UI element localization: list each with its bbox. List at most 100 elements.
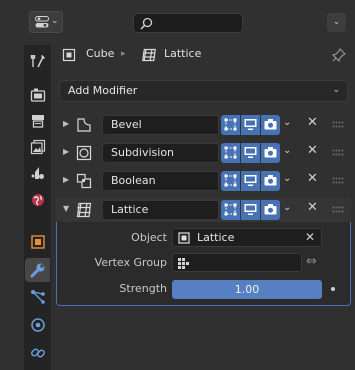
edit-mode-toggle[interactable] (221, 143, 240, 163)
modifier-name-field[interactable]: Lattice (102, 200, 219, 220)
search-icon (140, 17, 153, 30)
monitor-icon (244, 119, 257, 130)
breadcrumb-modifier: Lattice (164, 47, 202, 60)
edit-mode-icon (224, 146, 237, 159)
vertex-group-icon (178, 258, 189, 269)
chevron-down-icon[interactable]: ⌄ (283, 173, 291, 184)
object-field[interactable]: Lattice ✕ (172, 228, 322, 247)
chevron-down-icon[interactable]: ⌄ (283, 145, 291, 156)
vertex-group-label: Vertex Group (94, 256, 167, 269)
editor-type-selector[interactable]: ⌄ (29, 11, 63, 33)
clear-object-button[interactable]: ✕ (305, 230, 315, 244)
tab-object[interactable] (25, 230, 50, 254)
remove-modifier-button[interactable]: ✕ (307, 115, 318, 130)
lattice-icon (76, 202, 92, 218)
view-layer-icon (30, 139, 46, 155)
breadcrumb: Cube ▸ Lattice (51, 45, 355, 67)
strength-slider[interactable]: 1.00 (172, 280, 322, 299)
object-value: Lattice (197, 231, 235, 244)
expand-arrow-icon[interactable]: ▶ (63, 175, 69, 184)
properties-area: Cube ▸ Lattice Add Modifier ⌄ ▶ Bevel ⌄ (51, 45, 355, 370)
chevron-down-icon[interactable]: ⌄ (283, 117, 291, 128)
bevel-icon (77, 118, 91, 132)
breadcrumb-separator: ▸ (121, 49, 126, 59)
edit-mode-toggle[interactable] (221, 171, 240, 191)
camera-icon (264, 204, 277, 215)
remove-modifier-button[interactable]: ✕ (307, 200, 318, 215)
tool-icon (30, 54, 46, 68)
tab-tool[interactable] (25, 49, 50, 73)
lattice-icon (142, 48, 156, 62)
modifier-row-bevel: ▶ Bevel ⌄ ✕ (56, 113, 351, 137)
edit-mode-icon (224, 174, 237, 187)
tab-physics[interactable] (25, 313, 50, 337)
chevron-down-icon[interactable]: ⌄ (283, 202, 291, 213)
boolean-icon (76, 173, 92, 189)
wrench-icon (30, 263, 45, 278)
constraints-icon (31, 348, 45, 358)
object-icon (178, 232, 190, 244)
tab-constraints[interactable] (25, 341, 50, 365)
modifier-row-boolean: ▶ Boolean ⌄ ✕ (56, 169, 351, 193)
drag-handle-icon[interactable] (332, 121, 344, 129)
modifier-name: Subdivision (111, 146, 175, 159)
world-icon (32, 194, 44, 206)
subdivision-icon (76, 145, 92, 161)
chevron-down-icon: ⌄ (332, 85, 340, 95)
vertex-group-field[interactable] (172, 253, 302, 272)
monitor-icon (244, 204, 257, 215)
viewport-toggle[interactable] (241, 171, 260, 191)
render-toggle[interactable] (261, 171, 280, 191)
physics-icon (31, 318, 45, 332)
edit-mode-toggle[interactable] (221, 115, 240, 135)
modifier-name-field[interactable]: Bevel (102, 115, 219, 135)
viewport-toggle[interactable] (241, 115, 260, 135)
output-icon (32, 115, 44, 128)
tab-particles[interactable] (25, 285, 50, 309)
collapse-arrow-icon[interactable]: ▼ (63, 204, 69, 213)
expand-arrow-icon[interactable]: ▶ (63, 119, 69, 128)
tab-world[interactable] (25, 188, 50, 212)
search-input[interactable] (133, 13, 243, 33)
remove-modifier-button[interactable]: ✕ (307, 171, 318, 186)
modifier-name: Boolean (111, 174, 156, 187)
particles-icon (31, 290, 45, 304)
render-toggle[interactable] (261, 143, 280, 163)
add-modifier-dropdown[interactable]: Add Modifier ⌄ (59, 80, 348, 102)
modifier-name-field[interactable]: Subdivision (102, 143, 219, 163)
camera-icon (264, 147, 277, 158)
drag-handle-icon[interactable] (332, 177, 344, 185)
edit-mode-icon (224, 203, 237, 216)
pin-icon[interactable] (332, 48, 346, 62)
tab-view-layer[interactable] (25, 135, 50, 159)
breadcrumb-object: Cube (86, 47, 115, 60)
monitor-icon (244, 175, 257, 186)
drag-handle-icon[interactable] (332, 149, 344, 157)
object-label: Object (131, 231, 167, 244)
expand-arrow-icon[interactable]: ▶ (63, 147, 69, 156)
remove-modifier-button[interactable]: ✕ (307, 143, 318, 158)
options-dropdown-button[interactable]: ⌄ (327, 13, 346, 32)
tab-modifiers[interactable] (25, 258, 50, 282)
tab-scene[interactable] (25, 161, 50, 185)
modifier-name-field[interactable]: Boolean (102, 171, 219, 191)
render-toggle[interactable] (261, 115, 280, 135)
tab-output[interactable] (25, 109, 50, 133)
render-icon (30, 88, 46, 102)
chevron-down-icon: ⌄ (51, 16, 59, 26)
scene-icon (31, 167, 44, 179)
invert-vertex-group-toggle[interactable]: ⇔ (306, 254, 317, 269)
animate-property-dot[interactable] (331, 287, 335, 291)
tab-render[interactable] (25, 83, 50, 107)
render-toggle[interactable] (261, 200, 280, 220)
properties-editor-icon (35, 16, 49, 28)
strength-label: Strength (119, 282, 167, 295)
property-tabs (24, 45, 51, 370)
viewport-toggle[interactable] (241, 143, 260, 163)
modifier-name: Lattice (111, 203, 149, 216)
edit-mode-icon (224, 118, 237, 131)
object-icon (62, 48, 76, 62)
drag-handle-icon[interactable] (332, 206, 344, 214)
edit-mode-toggle[interactable] (221, 200, 240, 220)
viewport-toggle[interactable] (241, 200, 260, 220)
